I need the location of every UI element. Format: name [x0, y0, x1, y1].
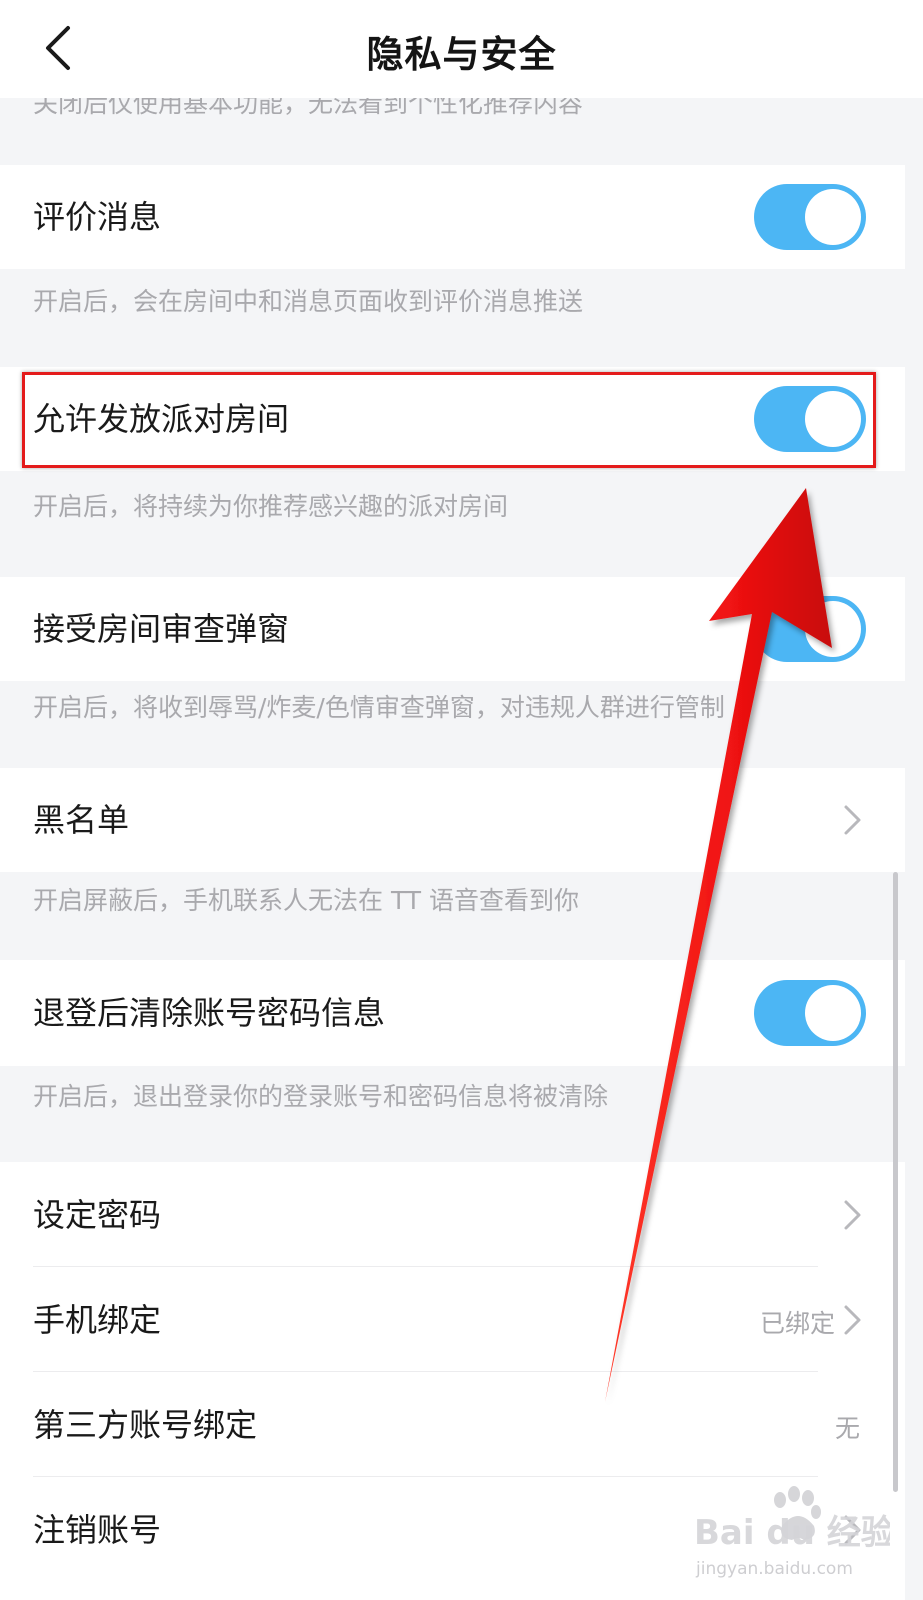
- blacklist-row[interactable]: 黑名单: [0, 768, 905, 872]
- third-party-binding-label: 第三方账号绑定: [33, 1406, 258, 1444]
- blacklist-desc: 开启屏蔽后，手机联系人无法在 TT 语音查看到你: [33, 886, 579, 915]
- third-party-binding-item[interactable]: 第三方账号绑定 无: [0, 1372, 905, 1476]
- third-party-binding-status: 无: [835, 1414, 861, 1443]
- top-bar: 隐私与安全: [0, 0, 923, 98]
- toggle-knob: [805, 391, 861, 447]
- review-popup-label: 接受房间审查弹窗: [33, 610, 290, 648]
- chevron-right-icon: [844, 1200, 861, 1230]
- blacklist-label: 黑名单: [33, 801, 130, 839]
- phone-binding-status: 已绑定: [760, 1309, 836, 1338]
- review-popup-toggle[interactable]: [754, 596, 866, 662]
- chevron-right-icon: [844, 1515, 861, 1545]
- clear-on-logout-label: 退登后清除账号密码信息: [33, 994, 386, 1032]
- page-title: 隐私与安全: [366, 33, 557, 76]
- review-message-row: 评价消息: [0, 165, 905, 269]
- review-popup-row: 接受房间审查弹窗: [0, 577, 905, 681]
- party-room-label: 允许发放派对房间: [33, 400, 290, 438]
- review-message-label: 评价消息: [33, 198, 162, 236]
- cancel-account-item[interactable]: 注销账号: [0, 1477, 905, 1581]
- account-group: 设定密码 手机绑定 已绑定 第三方账号绑定 无 注销账号: [0, 1162, 905, 1600]
- clear-on-logout-toggle[interactable]: [754, 980, 866, 1046]
- review-message-desc: 开启后，会在房间中和消息页面收到评价消息推送: [33, 287, 584, 316]
- party-room-toggle[interactable]: [754, 386, 866, 452]
- toggle-knob: [805, 985, 861, 1041]
- toggle-knob: [805, 601, 861, 657]
- clear-on-logout-row: 退登后清除账号密码信息: [0, 960, 905, 1066]
- party-room-desc: 开启后，将持续为你推荐感兴趣的派对房间: [33, 492, 509, 521]
- cancel-account-label: 注销账号: [33, 1511, 162, 1549]
- set-password-label: 设定密码: [33, 1196, 162, 1234]
- clear-on-logout-desc: 开启后，退出登录你的登录账号和密码信息将被清除: [33, 1082, 609, 1111]
- scrollbar[interactable]: [893, 872, 898, 1492]
- phone-binding-label: 手机绑定: [33, 1301, 162, 1339]
- party-room-row: 允许发放派对房间: [0, 367, 905, 471]
- review-popup-desc: 开启后，将收到辱骂/炸麦/色情审查弹窗，对违规人群进行管制: [33, 693, 725, 722]
- set-password-item[interactable]: 设定密码: [0, 1162, 905, 1266]
- phone-binding-item[interactable]: 手机绑定 已绑定: [0, 1267, 905, 1371]
- chevron-right-icon: [844, 805, 861, 835]
- chevron-right-icon: [844, 1305, 861, 1335]
- toggle-knob: [805, 189, 861, 245]
- review-message-toggle[interactable]: [754, 184, 866, 250]
